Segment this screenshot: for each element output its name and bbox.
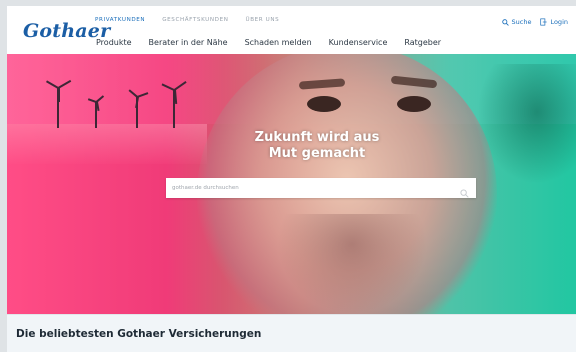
hero-headline: Zukunft wird aus Mut gemacht bbox=[237, 130, 397, 162]
hero-portrait-eye bbox=[397, 96, 431, 112]
site-header: Gothaer PRIVATKUNDEN GESCHÄFTSKUNDEN ÜBE… bbox=[7, 6, 576, 54]
hero-sea bbox=[7, 124, 207, 164]
wind-turbine-icon bbox=[128, 89, 149, 128]
login-link[interactable]: Login bbox=[540, 18, 568, 26]
wind-turbine-icon bbox=[88, 95, 105, 128]
main-nav: Produkte Berater in der Nähe Schaden mel… bbox=[96, 38, 441, 47]
login-icon bbox=[540, 18, 548, 26]
hero-portrait-eye bbox=[307, 96, 341, 112]
nav-produkte[interactable]: Produkte bbox=[96, 38, 132, 47]
search-link-label: Suche bbox=[511, 18, 532, 26]
search-link[interactable]: Suche bbox=[501, 18, 532, 26]
hero-headline-line2: Mut gemacht bbox=[268, 146, 366, 161]
browser-page: Gothaer PRIVATKUNDEN GESCHÄFTSKUNDEN ÜBE… bbox=[7, 6, 576, 352]
hero-banner: Zukunft wird aus Mut gemacht bbox=[7, 54, 576, 314]
popular-insurance-section: Die beliebtesten Gothaer Versicherungen bbox=[7, 314, 576, 352]
wind-turbine-icon bbox=[46, 80, 72, 128]
hero-headline-line1: Zukunft wird aus bbox=[254, 130, 380, 145]
nav-kundenservice[interactable]: Kundenservice bbox=[329, 38, 388, 47]
search-icon bbox=[501, 18, 509, 26]
audience-nav: PRIVATKUNDEN GESCHÄFTSKUNDEN ÜBER UNS bbox=[95, 17, 279, 23]
nav-ratgeber[interactable]: Ratgeber bbox=[404, 38, 441, 47]
nav-berater[interactable]: Berater in der Nähe bbox=[149, 38, 228, 47]
hero-search-box[interactable] bbox=[166, 178, 476, 198]
login-link-label: Login bbox=[550, 18, 568, 26]
hero-search-input[interactable] bbox=[172, 182, 442, 194]
topnav-ueber-uns[interactable]: ÜBER UNS bbox=[246, 17, 280, 23]
wind-turbine-icon bbox=[161, 81, 187, 128]
section-title: Die beliebtesten Gothaer Versicherungen bbox=[16, 328, 262, 340]
topnav-privatkunden[interactable]: PRIVATKUNDEN bbox=[95, 17, 145, 23]
utility-nav: Suche Login bbox=[501, 18, 568, 26]
nav-schaden-melden[interactable]: Schaden melden bbox=[245, 38, 312, 47]
topnav-geschaeftskunden[interactable]: GESCHÄFTSKUNDEN bbox=[162, 17, 228, 23]
search-icon[interactable] bbox=[460, 183, 469, 202]
